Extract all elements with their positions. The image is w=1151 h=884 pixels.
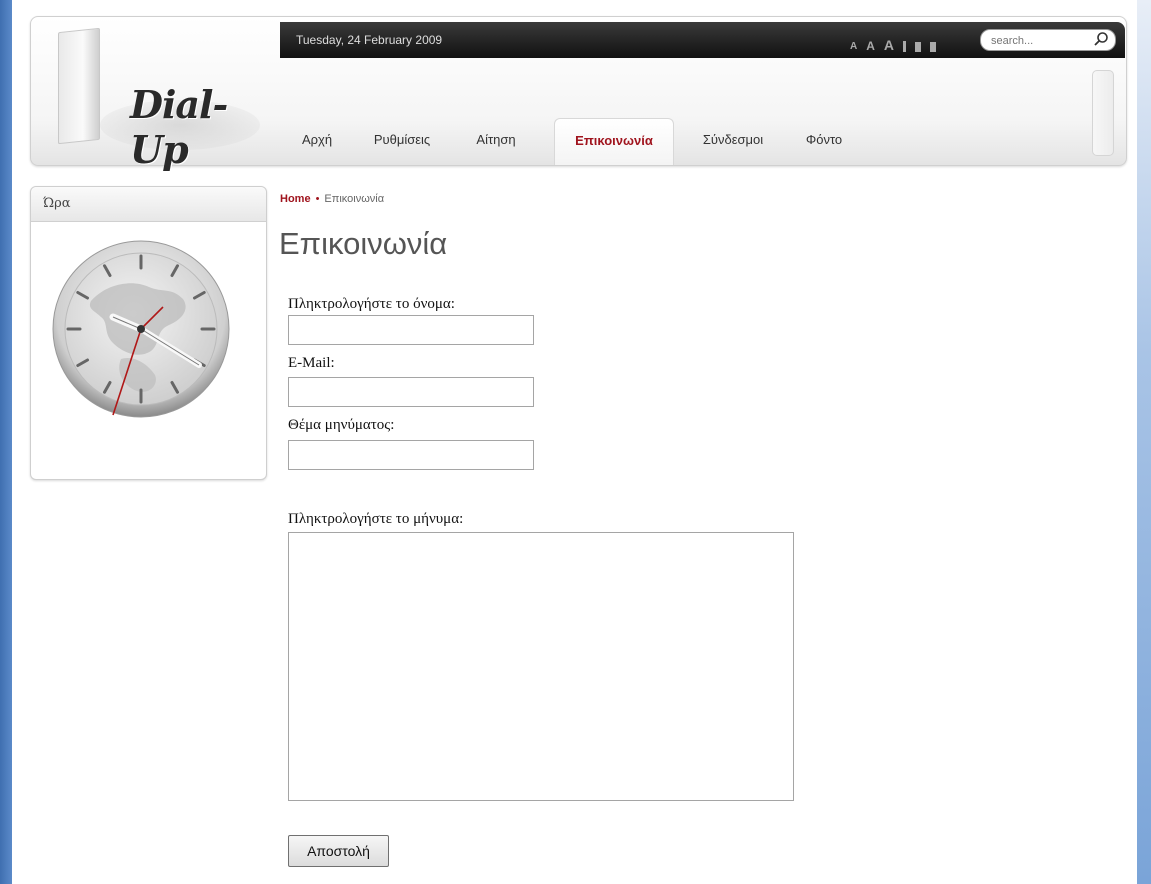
name-label: Πληκτρολογήστε το όνομα: (288, 296, 455, 312)
medium-width-button[interactable] (915, 42, 922, 52)
current-date: Tuesday, 24 February 2009 (296, 33, 443, 47)
subject-label: Θέμα μηνύματος: (288, 417, 395, 433)
door-icon (58, 27, 100, 145)
name-field[interactable] (288, 315, 534, 345)
search-input[interactable] (989, 32, 1093, 50)
subject-field[interactable] (288, 440, 534, 470)
font-small-button[interactable]: A (850, 42, 857, 52)
email-label: E-Mail: (288, 355, 335, 371)
nav-item-settings[interactable]: Ρυθμίσεις (362, 118, 442, 164)
site-logo[interactable]: Dial-Up (30, 10, 270, 172)
font-size-tools: A A A (850, 28, 937, 52)
nav-item-background[interactable]: Φόντο (796, 118, 852, 164)
send-button[interactable]: Αποστολή (288, 835, 389, 867)
search-box (980, 29, 1116, 51)
window-frame-right (1137, 0, 1151, 884)
clock-module: Ώρα (30, 186, 267, 480)
analog-clock-icon (52, 240, 230, 418)
page: Dial-Up Tuesday, 24 February 2009 A A A … (12, 0, 1137, 884)
breadcrumb-current: Επικοινωνία (324, 193, 385, 205)
module-header: Ώρα (31, 187, 266, 222)
breadcrumb: Home • Επικοινωνία (280, 193, 384, 205)
breadcrumb-separator: • (315, 193, 320, 205)
window-frame-left (0, 0, 12, 884)
breadcrumb-home-link[interactable]: Home (280, 193, 311, 205)
module-title: Ώρα (43, 196, 71, 211)
message-textarea[interactable] (288, 532, 794, 801)
email-field[interactable] (288, 377, 534, 407)
logo-text: Dial-Up (130, 82, 228, 172)
nav-item-request[interactable]: Αίτηση (466, 118, 526, 164)
message-label: Πληκτρολογήστε το μήνυμα: (288, 511, 464, 527)
narrow-width-button[interactable] (903, 41, 907, 52)
header-scrollbar[interactable] (1092, 70, 1114, 156)
top-bar: Tuesday, 24 February 2009 A A A (280, 22, 1125, 58)
font-large-button[interactable]: A (884, 38, 894, 52)
page-title: Επικοινωνία (279, 226, 448, 261)
nav-item-home[interactable]: Αρχή (294, 118, 340, 164)
search-icon[interactable] (1093, 31, 1109, 47)
nav-item-contact[interactable]: Επικοινωνία (554, 118, 674, 165)
wide-width-button[interactable] (930, 42, 937, 52)
font-medium-button[interactable]: A (866, 40, 875, 52)
nav-item-links[interactable]: Σύνδεσμοι (692, 118, 774, 164)
